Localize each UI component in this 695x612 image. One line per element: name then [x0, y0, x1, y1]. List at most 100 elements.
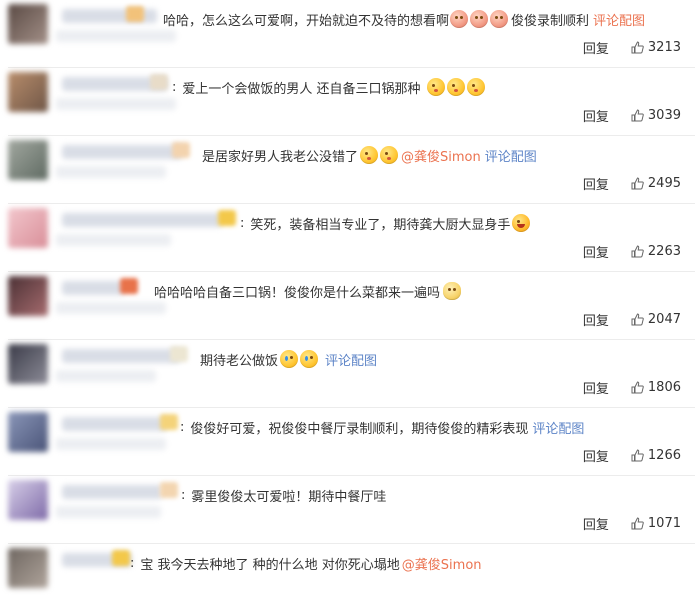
like-count: 2047 [647, 311, 681, 327]
kiss-emoji-icon [360, 146, 379, 164]
comment-item: : 笑死，装备相当专业了，期待龚大厨大显身手 回复 2263 [0, 204, 695, 272]
comment-item: : 爱上一个会做饭的男人 还自备三口锅那种 回复 3039 [0, 68, 695, 136]
view-pic-link[interactable]: 评论配图 [593, 10, 645, 29]
avatar[interactable] [8, 4, 48, 44]
blurred-badge [172, 142, 190, 158]
blurred-badge [150, 74, 168, 90]
blurred-meta [56, 370, 156, 382]
like-count: 1071 [647, 515, 681, 531]
like-thumb-icon[interactable] [631, 312, 644, 326]
blurred-meta [56, 234, 171, 246]
comment-actions: 回复 1266 [583, 446, 681, 465]
blurred-meta [56, 438, 166, 450]
mention-link[interactable]: @龚俊Simon [401, 146, 481, 165]
crying-emoji-icon [280, 350, 299, 368]
like-thumb-icon[interactable] [631, 244, 644, 258]
blurred-badge [218, 210, 236, 226]
comment-text-row: : 雾里俊俊太可爱啦！期待中餐厅哇 [181, 484, 386, 506]
view-pic-link[interactable]: 评论配图 [532, 418, 584, 437]
kiss-emoji-icon [466, 78, 485, 96]
view-pic-link[interactable]: 评论配图 [325, 350, 377, 369]
blurred-meta [56, 98, 176, 110]
comment-item: 是居家好男人我老公没错了 @龚俊Simon 评论配图 回复 2495 [0, 136, 695, 204]
reply-button[interactable]: 回复 [583, 514, 609, 533]
comment-text: 哈哈，怎么这么可爱啊，开始就迫不及待的想看啊 [163, 13, 450, 29]
blurred-badge [120, 278, 138, 294]
separator-colon: : [130, 555, 135, 571]
reply-button[interactable]: 回复 [583, 310, 609, 329]
comment-text: 雾里俊俊太可爱啦！期待中餐厅哇 [191, 489, 387, 505]
comment-list: 哈哈，怎么这么可爱啊，开始就迫不及待的想看啊 俊俊录制顺利 评论配图 回复 32… [0, 0, 695, 588]
blurred-meta [56, 30, 176, 42]
comment-text: 是居家好男人我老公没错了 [202, 149, 359, 165]
separator-colon: : [180, 419, 185, 435]
reply-button[interactable]: 回复 [583, 38, 609, 57]
blurred-meta [56, 506, 161, 518]
avatar[interactable] [8, 72, 48, 112]
reply-button[interactable]: 回复 [583, 106, 609, 125]
blurred-meta [56, 302, 166, 314]
comment-item: : 俊俊好可爱，祝俊俊中餐厅录制顺利，期待俊俊的精彩表现 评论配图 回复 126… [0, 408, 695, 476]
avatar[interactable] [8, 140, 48, 180]
comment-text-row: : 俊俊好可爱，祝俊俊中餐厅录制顺利，期待俊俊的精彩表现 评论配图 [180, 416, 584, 438]
like-count: 2495 [647, 175, 681, 191]
like-count: 3039 [647, 107, 681, 123]
comment-text-row: 期待老公做饭 评论配图 [200, 348, 377, 370]
comment-text-row: : 笑死，装备相当专业了，期待龚大厨大显身手 [240, 212, 531, 234]
crying-emoji-icon [300, 350, 319, 368]
comment-text: 期待老公做饭 [200, 353, 279, 369]
peach-emoji-icon [470, 10, 489, 28]
cat-emoji-icon [443, 282, 462, 300]
like-count: 1266 [647, 447, 681, 463]
like-thumb-icon[interactable] [631, 448, 644, 462]
comment-text-row: 哈哈哈哈自备三口锅！俊俊你是什么菜都来一遍吗 [154, 280, 462, 302]
comment-actions: 回复 2495 [583, 174, 681, 193]
comment-item: 期待老公做饭 评论配图 回复 1806 [0, 340, 695, 408]
like-thumb-icon[interactable] [631, 380, 644, 394]
comment-actions: 回复 3213 [583, 38, 681, 57]
reply-button[interactable]: 回复 [583, 174, 609, 193]
avatar[interactable] [8, 412, 48, 452]
comment-item: : 宝 我今天去种地了 种的什么地 对你死心塌地 @龚俊Simon [0, 544, 695, 612]
like-thumb-icon[interactable] [631, 108, 644, 122]
kiss-emoji-icon [426, 78, 445, 96]
avatar[interactable] [8, 344, 48, 384]
comment-actions: 回复 1071 [583, 514, 681, 533]
comment-text-row: 哈哈，怎么这么可爱啊，开始就迫不及待的想看啊 俊俊录制顺利 评论配图 [163, 8, 645, 30]
separator-colon: : [172, 79, 177, 95]
comment-actions: 回复 3039 [583, 106, 681, 125]
comment-text-row: 是居家好男人我老公没错了 @龚俊Simon 评论配图 [202, 144, 537, 166]
blurred-badge [160, 414, 178, 430]
avatar[interactable] [8, 548, 48, 588]
comment-text: 宝 我今天去种地了 种的什么地 对你死心塌地 [140, 557, 400, 573]
blurred-username [62, 145, 182, 159]
avatar[interactable] [8, 276, 48, 316]
comment-text: 哈哈哈哈自备三口锅！俊俊你是什么菜都来一遍吗 [154, 285, 441, 301]
reply-button[interactable]: 回复 [583, 242, 609, 261]
comment-actions: 回复 2263 [583, 242, 681, 261]
like-count: 1806 [647, 379, 681, 395]
avatar[interactable] [8, 480, 48, 520]
peach-emoji-icon [450, 10, 469, 28]
comment-text-row: : 爱上一个会做饭的男人 还自备三口锅那种 [172, 76, 486, 98]
blurred-badge [112, 550, 130, 566]
blurred-username [62, 281, 124, 295]
blurred-badge [170, 346, 188, 362]
view-pic-link[interactable]: 评论配图 [485, 146, 537, 165]
mention-link[interactable]: @龚俊Simon [402, 554, 482, 573]
avatar[interactable] [8, 208, 48, 248]
comment-text: 爱上一个会做饭的男人 还自备三口锅那种 [182, 81, 421, 97]
like-thumb-icon[interactable] [631, 176, 644, 190]
blurred-badge [126, 6, 144, 22]
blurred-username [62, 349, 180, 363]
kiss-emoji-icon [380, 146, 399, 164]
comment-actions: 回复 1806 [583, 378, 681, 397]
reply-button[interactable]: 回复 [583, 446, 609, 465]
comment-item: 哈哈哈哈自备三口锅！俊俊你是什么菜都来一遍吗 回复 2047 [0, 272, 695, 340]
blurred-badge [160, 482, 178, 498]
separator-colon: : [181, 487, 186, 503]
comment-text-tail: 俊俊录制顺利 [511, 13, 590, 29]
reply-button[interactable]: 回复 [583, 378, 609, 397]
like-thumb-icon[interactable] [631, 40, 644, 54]
like-thumb-icon[interactable] [631, 516, 644, 530]
